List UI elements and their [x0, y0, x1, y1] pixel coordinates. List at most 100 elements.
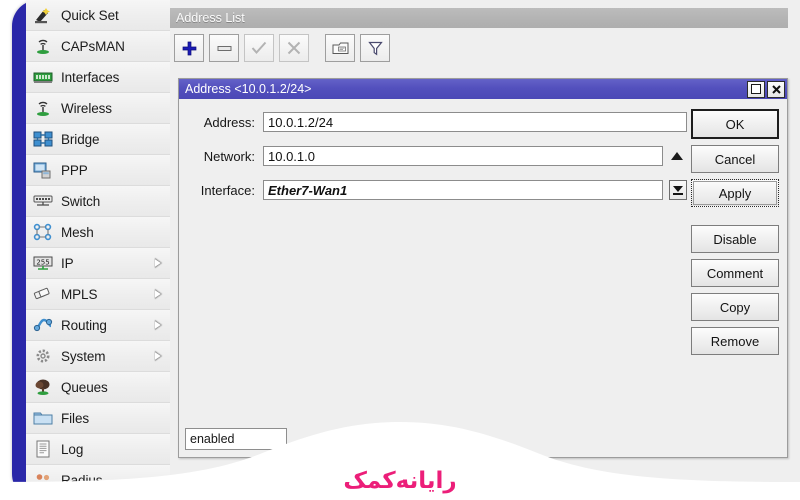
chevron-up-icon[interactable]: [671, 152, 683, 160]
remove-button[interactable]: Remove: [691, 327, 779, 355]
sidebar-item-log[interactable]: Log: [26, 434, 170, 465]
sidebar-item-label: PPP: [61, 162, 88, 178]
radius-icon: [32, 470, 54, 490]
address-dialog-body: Address: 10.0.1.2/24 Network: 10.0.1.0 I…: [179, 99, 787, 456]
app-root: Quick Set CAPsMAN Interfaces Wireless Bridge…: [0, 0, 800, 500]
sidebar-item-ppp[interactable]: PPP: [26, 155, 170, 186]
comment-button[interactable]: [325, 34, 355, 62]
sidebar-item-label: Mesh: [61, 224, 94, 240]
ppp-icon: [32, 160, 54, 180]
log-icon: [32, 439, 54, 459]
cross-icon: [287, 41, 301, 55]
close-icon: [771, 84, 781, 94]
status-badge: enabled: [185, 428, 287, 450]
address-form: Address: 10.0.1.2/24 Network: 10.0.1.0 I…: [179, 99, 687, 201]
disable-button[interactable]: Disable: [691, 225, 779, 253]
sidebar-menu[interactable]: Quick Set CAPsMAN Interfaces Wireless Bridge…: [26, 0, 172, 500]
sidebar-item-label: IP: [61, 255, 74, 271]
maximize-icon: [751, 84, 761, 94]
ip-icon: 255: [32, 253, 54, 273]
sidebar-item-routing[interactable]: Routing: [26, 310, 170, 341]
close-button[interactable]: [767, 80, 785, 98]
capsman-icon: [32, 36, 54, 56]
interfaces-icon: [32, 67, 54, 87]
address-field-row: Address: 10.0.1.2/24: [179, 111, 687, 133]
sidebar-item-label: Bridge: [61, 131, 100, 147]
dialog-button-column: OK Cancel Apply Disable Comment Copy Remove: [691, 109, 779, 361]
mesh-icon: [32, 222, 54, 242]
sidebar-item-tools[interactable]: Tools: [26, 496, 170, 500]
routing-icon: [32, 315, 54, 335]
apply-button[interactable]: Apply: [691, 179, 779, 207]
sidebar-item-ip[interactable]: 255 IP: [26, 248, 170, 279]
sidebar-item-label: Queues: [61, 379, 108, 395]
chevron-right-icon: [155, 258, 162, 268]
bridge-icon: [32, 129, 54, 149]
address-list-toolbar: [170, 28, 792, 68]
address-list-titlebar[interactable]: Address List: [170, 8, 788, 28]
sidebar-item-bridge[interactable]: Bridge: [26, 124, 170, 155]
interface-label: Interface:: [200, 182, 255, 198]
sidebar-item-label: Switch: [61, 193, 101, 209]
enable-button[interactable]: [244, 34, 274, 62]
sidebar-item-capsman[interactable]: CAPsMAN: [26, 31, 170, 62]
sidebar-item-switch[interactable]: Switch: [26, 186, 170, 217]
sidebar-item-mpls[interactable]: MPLS: [26, 279, 170, 310]
plus-icon: [182, 41, 196, 55]
system-icon: [32, 346, 54, 366]
files-icon: [32, 408, 54, 428]
address-input[interactable]: 10.0.1.2/24: [263, 112, 687, 132]
mpls-icon: [32, 284, 54, 304]
address-dialog-titlebar[interactable]: Address <10.0.1.2/24>: [179, 79, 787, 99]
sidebar-item-mesh[interactable]: Mesh: [26, 217, 170, 248]
button-group-spacer: [691, 213, 779, 225]
sidebar-item-interfaces[interactable]: Interfaces: [26, 62, 170, 93]
sidebar-item-label: Log: [61, 441, 84, 457]
address-dialog-title: Address <10.0.1.2/24>: [185, 82, 312, 96]
sidebar-item-system[interactable]: System: [26, 341, 170, 372]
network-input[interactable]: 10.0.1.0: [263, 146, 663, 166]
copy-button[interactable]: Copy: [691, 293, 779, 321]
sidebar-item-wireless[interactable]: Wireless: [26, 93, 170, 124]
network-field-row: Network: 10.0.1.0: [179, 145, 687, 167]
check-icon: [251, 41, 267, 54]
remove-button[interactable]: [209, 34, 239, 62]
sidebar-item-label: CAPsMAN: [61, 38, 125, 54]
interface-input[interactable]: Ether7-Wan1: [263, 180, 663, 200]
comment-icon: [332, 42, 348, 54]
comment-button[interactable]: Comment: [691, 259, 779, 287]
svg-text:255: 255: [36, 258, 49, 266]
sidebar-item-label: Routing: [61, 317, 107, 333]
sidebar-item-queues[interactable]: Queues: [26, 372, 170, 403]
address-dialog: Address <10.0.1.2/24> Address: 10.0.1.2/…: [178, 78, 788, 458]
maximize-button[interactable]: [747, 80, 765, 98]
chevron-right-icon: [155, 351, 162, 361]
queues-icon: [32, 377, 54, 397]
minus-icon: [217, 45, 231, 51]
chevron-right-icon: [155, 289, 162, 299]
switch-icon: [32, 191, 54, 211]
sidebar-item-radius[interactable]: Radius: [26, 465, 170, 496]
disable-button[interactable]: [279, 34, 309, 62]
ok-button[interactable]: OK: [691, 109, 779, 139]
sidebar-item-files[interactable]: Files: [26, 403, 170, 434]
sidebar-item-label: MPLS: [61, 286, 98, 302]
chevron-down-icon: [673, 185, 683, 192]
sidebar-item-label: Radius: [61, 472, 103, 488]
dropdown-bar-icon: [673, 192, 683, 195]
filter-button[interactable]: [360, 34, 390, 62]
add-button[interactable]: [174, 34, 204, 62]
sidebar-item-label: Quick Set: [61, 7, 119, 23]
interface-field-row: Interface: Ether7-Wan1: [179, 179, 687, 201]
interface-dropdown-button[interactable]: [669, 180, 687, 200]
sidebar-item-label: Wireless: [61, 100, 112, 116]
sidebar-item-quick-set[interactable]: Quick Set: [26, 0, 170, 31]
network-label: Network:: [203, 148, 255, 164]
wireless-icon: [32, 98, 54, 118]
address-label: Address:: [203, 114, 255, 130]
filter-icon: [367, 41, 383, 55]
address-list-title: Address List: [176, 11, 245, 25]
sidebar-item-label: Interfaces: [61, 69, 120, 85]
sidebar-item-label: System: [61, 348, 106, 364]
cancel-button[interactable]: Cancel: [691, 145, 779, 173]
